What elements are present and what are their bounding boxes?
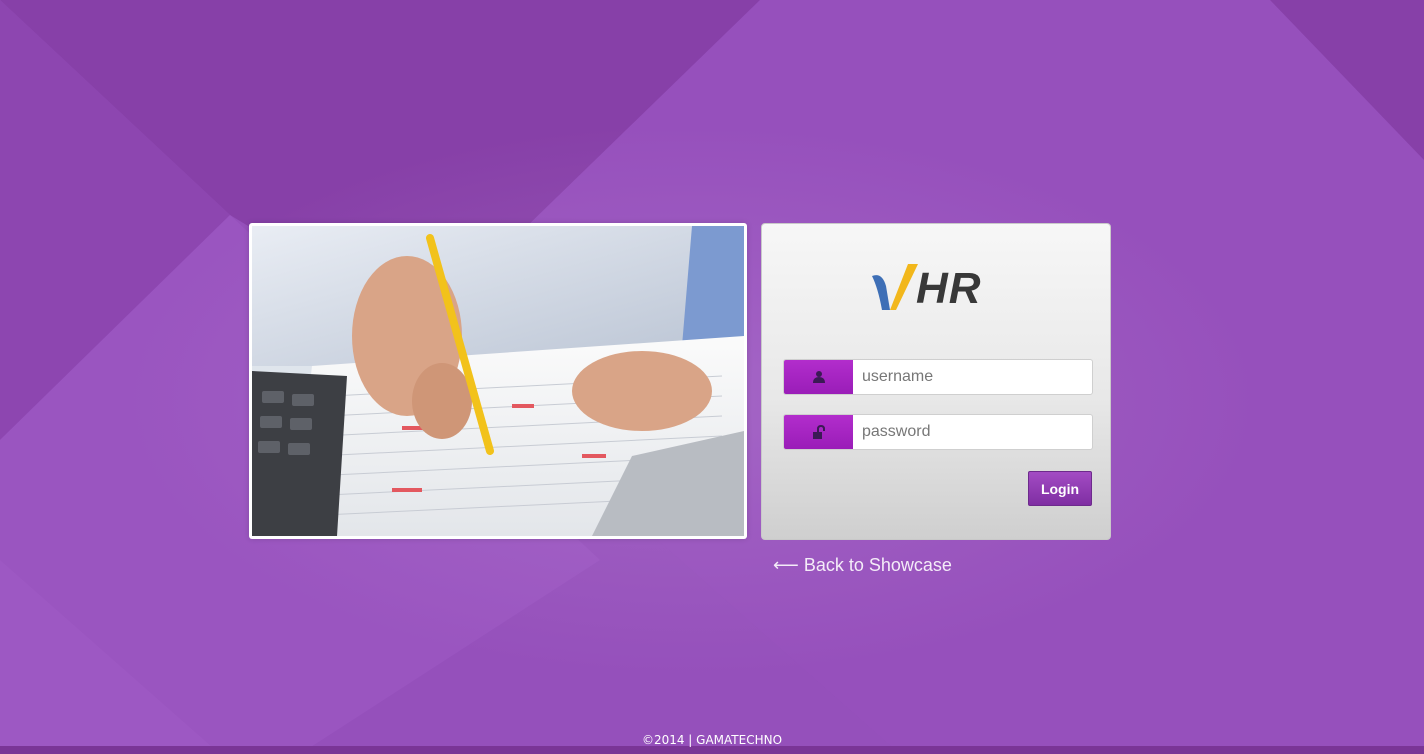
password-field[interactable] <box>783 414 1093 450</box>
unlock-icon <box>784 415 853 449</box>
password-input[interactable] <box>854 415 1090 449</box>
logo-text: HR <box>916 264 982 313</box>
hero-image-frame <box>249 223 747 539</box>
back-to-showcase-link[interactable]: ⟵ Back to Showcase <box>773 555 952 576</box>
username-input[interactable] <box>854 360 1090 394</box>
office-accounting-photo <box>252 226 744 536</box>
back-arrow-icon: ⟵ <box>773 555 799 575</box>
footer-copyright: ©2014 | GAMATECHNO <box>641 733 783 747</box>
vhr-logo: HR <box>868 258 998 314</box>
login-button[interactable]: Login <box>1028 471 1092 506</box>
user-icon <box>784 360 853 394</box>
login-panel: HR Login <box>761 223 1111 540</box>
footer-bar <box>0 746 1424 754</box>
back-link-label: Back to Showcase <box>803 555 952 575</box>
username-field[interactable] <box>783 359 1093 395</box>
